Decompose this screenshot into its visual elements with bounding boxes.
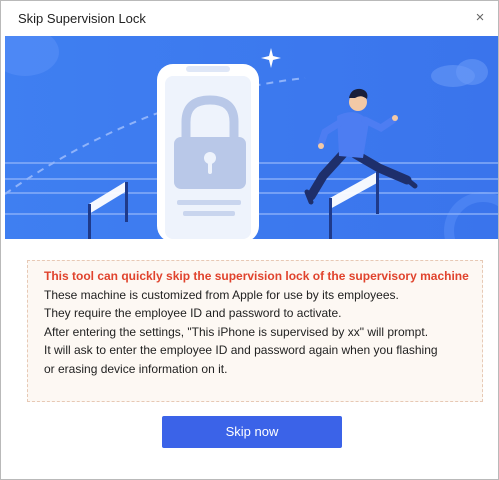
info-line: After entering the settings, "This iPhon… [44, 324, 429, 339]
dialog-window: Skip Supervision Lock × This tool can qu… [0, 0, 499, 480]
close-icon[interactable]: × [470, 8, 490, 28]
info-panel: This tool can quickly skip the supervisi… [27, 260, 483, 402]
info-line: It will ask to enter the employee ID and… [44, 343, 438, 358]
info-line: They require the employee ID and passwor… [44, 306, 342, 321]
info-line: These machine is customized from Apple f… [44, 287, 399, 302]
window-title: Skip Supervision Lock [18, 11, 146, 26]
skip-now-button[interactable]: Skip now [162, 416, 342, 448]
hero-illustration [5, 36, 498, 239]
hero-banner [5, 36, 498, 239]
info-line: or erasing device information on it. [44, 361, 228, 376]
phone-illustration [157, 64, 259, 239]
title-bar: Skip Supervision Lock × [1, 1, 498, 35]
info-headline: This tool can quickly skip the supervisi… [44, 269, 469, 283]
